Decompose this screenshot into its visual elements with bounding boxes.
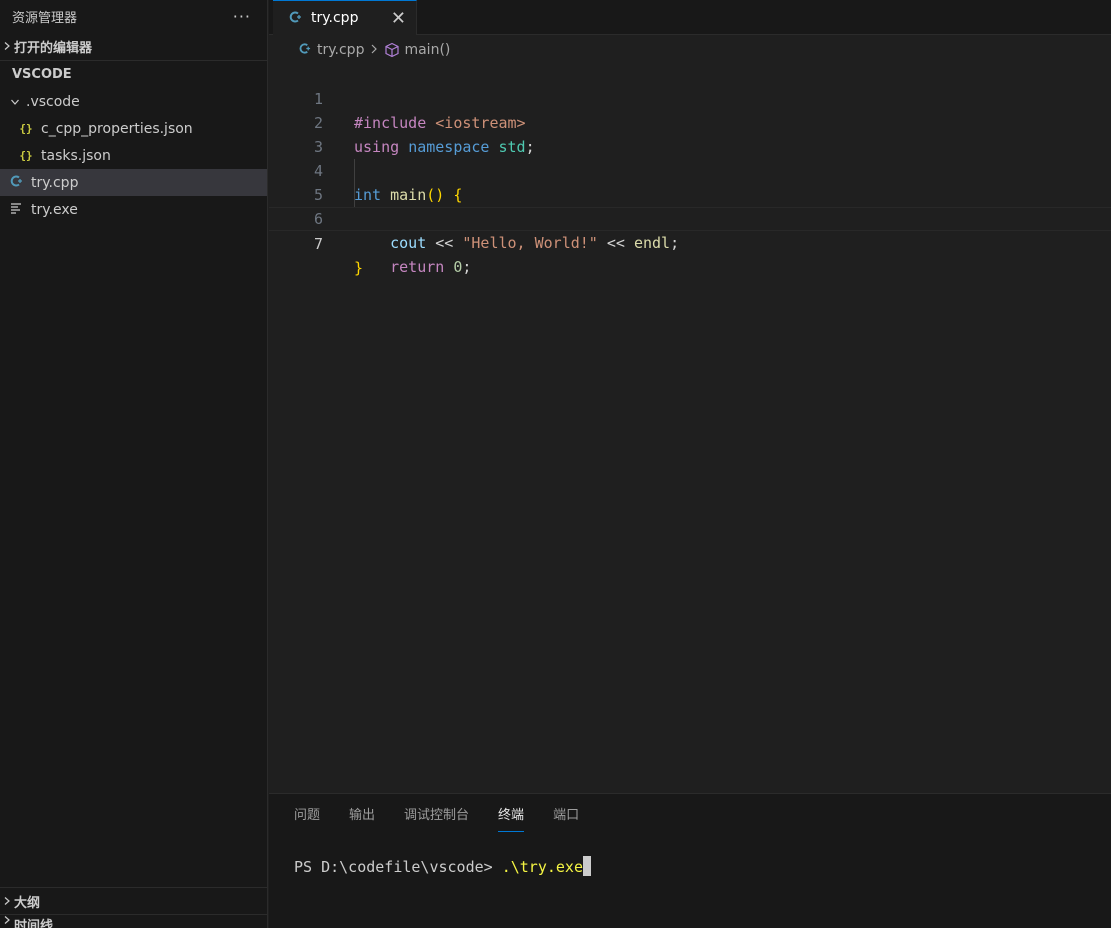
cpp-file-icon — [295, 42, 313, 58]
workspace-label: VSCODE — [12, 67, 72, 82]
tree-item-label: try.exe — [31, 201, 78, 218]
tab-try-cpp[interactable]: try.cpp ✕ — [273, 0, 417, 35]
json-file-icon: {} — [19, 149, 33, 162]
line-text: } — [354, 259, 364, 277]
chevron-right-icon — [2, 896, 12, 906]
breadcrumb-file-label: try.cpp — [317, 42, 365, 58]
workspace-section[interactable]: VSCODE — [0, 60, 267, 88]
open-editors-section[interactable]: 打开的编辑器 — [0, 32, 267, 60]
chevron-right-icon — [2, 915, 12, 925]
explorer-sidebar: 资源管理器 ··· 打开的编辑器 VSCODE .vscode {} c_cpp… — [0, 0, 268, 928]
explorer-header: 资源管理器 ··· — [0, 0, 267, 32]
breadcrumb-symbol-label: main() — [404, 42, 451, 58]
code-editor[interactable]: 1 #include <iostream> 2 using namespace … — [269, 63, 1111, 277]
code-line: 2 using namespace std; — [269, 87, 1111, 156]
vscode-window: 资源管理器 ··· 打开的编辑器 VSCODE .vscode {} c_cpp… — [0, 0, 1111, 928]
panel-tabs: 问题 输出 调试控制台 终端 端口 — [269, 794, 1111, 838]
sidebar-bottom-sections: 大纲 时间线 — [0, 887, 267, 928]
indent-guide — [354, 183, 355, 207]
code-line: 6 return 0; — [269, 183, 1111, 276]
tab-output[interactable]: 输出 — [349, 804, 375, 828]
tree-item-label: tasks.json — [41, 147, 111, 164]
tree-file-try-exe[interactable]: try.exe — [0, 196, 267, 223]
code-line-current: 7 } — [269, 207, 1111, 277]
tab-ports[interactable]: 端口 — [553, 804, 579, 828]
chevron-right-icon — [370, 42, 378, 58]
timeline-section[interactable]: 时间线 — [0, 914, 267, 928]
tree-folder-vscode[interactable]: .vscode — [0, 88, 267, 115]
breadcrumb-file[interactable]: try.cpp — [295, 42, 364, 58]
terminal[interactable]: PS D:\codefile\vscode> .\try.exe — [294, 856, 591, 876]
close-icon[interactable]: ✕ — [391, 8, 406, 29]
tree-item-label: try.cpp — [31, 174, 79, 191]
editor-area: try.cpp ✕ try.cpp main() 1 #include <ios… — [269, 0, 1111, 793]
chevron-right-icon — [2, 41, 12, 51]
open-editors-label: 打开的编辑器 — [14, 40, 93, 56]
terminal-command: .\try.exe — [501, 858, 583, 876]
tab-debug-console[interactable]: 调试控制台 — [404, 804, 469, 828]
outline-section[interactable]: 大纲 — [0, 887, 267, 914]
terminal-prompt: PS D:\codefile\vscode> — [294, 858, 502, 876]
cpp-file-icon — [287, 10, 303, 27]
explorer-title: 资源管理器 — [12, 10, 78, 26]
outline-label: 大纲 — [14, 895, 41, 911]
ellipsis-icon[interactable]: ··· — [233, 7, 251, 26]
line-number: 7 — [313, 235, 323, 253]
timeline-label: 时间线 — [14, 919, 54, 928]
indent-guide — [354, 159, 355, 183]
tree-item-label: .vscode — [26, 93, 80, 110]
tab-label: try.cpp — [311, 10, 359, 26]
breadcrumb-symbol[interactable]: main() — [384, 42, 450, 58]
tree-item-label: c_cpp_properties.json — [41, 120, 193, 137]
terminal-cursor — [583, 856, 591, 876]
method-cube-icon — [384, 42, 400, 58]
code-line: 4 int main() { — [269, 135, 1111, 204]
code-line: 5 cout << "Hello, World!" << endl; — [269, 159, 1111, 252]
tree-file-tasks[interactable]: {} tasks.json — [0, 142, 267, 169]
bottom-panel: 问题 输出 调试控制台 终端 端口 PS D:\codefile\vscode>… — [269, 793, 1111, 928]
line-text: return 0; — [390, 258, 472, 276]
tab-terminal[interactable]: 终端 — [498, 804, 525, 832]
tree-file-c-cpp-properties[interactable]: {} c_cpp_properties.json — [0, 115, 267, 142]
code-line: 1 #include <iostream> — [269, 63, 1111, 132]
cpp-file-icon — [6, 174, 26, 191]
line-text: cout << "Hello, World!" << endl; — [390, 234, 680, 252]
chevron-down-icon — [10, 97, 20, 107]
breadcrumb: try.cpp main() — [269, 35, 1111, 65]
tab-problems[interactable]: 问题 — [294, 804, 320, 828]
json-file-icon: {} — [19, 122, 33, 135]
code-line: 3 — [269, 111, 1111, 156]
tree-file-try-cpp[interactable]: try.cpp — [0, 169, 267, 196]
editor-tabbar: try.cpp ✕ — [269, 0, 1111, 35]
exe-file-icon — [6, 202, 26, 217]
